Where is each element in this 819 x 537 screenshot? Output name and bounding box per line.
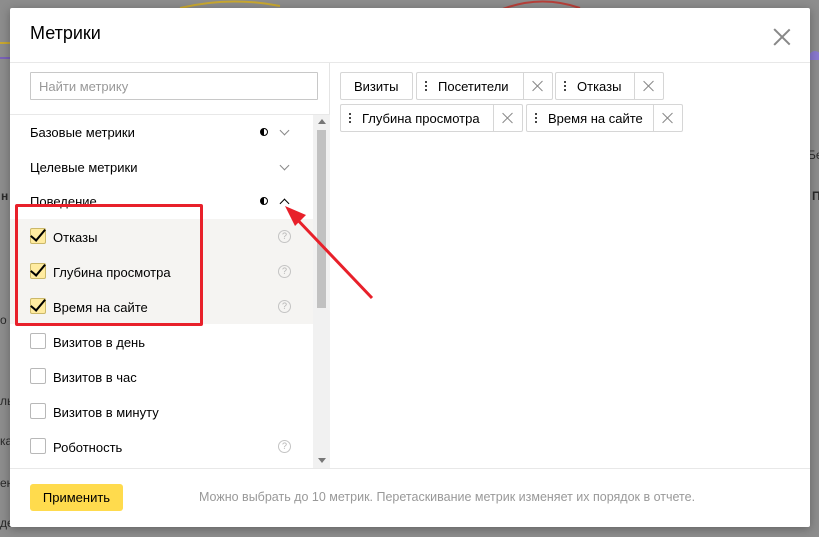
remove-icon[interactable] (634, 73, 663, 99)
remove-icon[interactable] (523, 73, 552, 99)
metric-label: Роботность (53, 440, 123, 455)
chip-label: Отказы (577, 79, 622, 94)
checkbox[interactable] (30, 403, 46, 419)
metric-item-visits-per-minute[interactable]: Визитов в минуту (10, 394, 313, 429)
checkbox[interactable] (30, 260, 46, 279)
search-input[interactable] (30, 72, 318, 100)
modal-title: Метрики (30, 23, 101, 43)
help-icon[interactable]: ? (278, 440, 291, 453)
metrics-modal: Метрики Базовые метрики Целевые метрики … (10, 8, 810, 527)
chip-label: Время на сайте (548, 111, 643, 126)
group-basic-metrics[interactable]: Базовые метрики (10, 115, 313, 150)
chevron-up-icon (279, 198, 290, 209)
chip-label: Глубина просмотра (362, 111, 480, 126)
partial-selection-icon (260, 197, 268, 205)
metric-item-bounces[interactable]: Отказы ? (10, 219, 313, 254)
group-goal-metrics[interactable]: Целевые метрики (10, 150, 313, 185)
checkmark-icon (30, 295, 46, 312)
close-icon[interactable] (773, 28, 791, 46)
chip-bounces[interactable]: Отказы (555, 72, 664, 100)
bg-fragment: н (1, 189, 9, 203)
footer-hint: Можно выбрать до 10 метрик. Перетаскиван… (199, 490, 696, 504)
remove-icon[interactable] (493, 105, 522, 131)
chip-time-on-site[interactable]: Время на сайте (526, 104, 683, 132)
apply-button[interactable]: Применить (30, 484, 123, 511)
chip-label: Визиты (354, 79, 399, 94)
chip-visitors[interactable]: Посетители (416, 72, 553, 100)
chip-label: Посетители (438, 79, 509, 94)
checkbox[interactable] (30, 438, 46, 454)
metric-label: Глубина просмотра (53, 265, 171, 280)
metric-label: Визитов в минуту (53, 405, 159, 420)
scroll-thumb[interactable] (317, 130, 326, 308)
chip-visits[interactable]: Визиты (340, 72, 413, 100)
partial-selection-icon (260, 128, 268, 136)
help-icon[interactable]: ? (278, 300, 291, 313)
drag-handle-icon[interactable] (425, 81, 428, 92)
drag-handle-icon[interactable] (564, 81, 567, 92)
divider (10, 468, 810, 469)
checkbox[interactable] (30, 368, 46, 384)
help-icon[interactable]: ? (278, 230, 291, 243)
group-label: Поведение (30, 194, 97, 209)
metric-item-time-on-site[interactable]: Время на сайте ? (10, 289, 313, 324)
drag-handle-icon[interactable] (535, 113, 538, 124)
checkmark-icon (30, 260, 46, 277)
group-label: Базовые метрики (30, 125, 135, 140)
checkbox[interactable] (30, 295, 46, 314)
drag-handle-icon[interactable] (349, 113, 352, 124)
metric-label: Визитов в час (53, 370, 137, 385)
metric-item-robotness[interactable]: Роботность ? (10, 429, 313, 464)
metrics-list-panel: Базовые метрики Целевые метрики Поведени… (10, 63, 330, 468)
chevron-down-icon (279, 160, 290, 171)
metric-label: Время на сайте (53, 300, 148, 315)
metric-label: Визитов в день (53, 335, 145, 350)
remove-icon[interactable] (653, 105, 682, 131)
chevron-down-icon (279, 125, 290, 136)
checkbox[interactable] (30, 225, 46, 244)
group-behavior[interactable]: Поведение (10, 184, 313, 219)
chip-depth[interactable]: Глубина просмотра (340, 104, 523, 132)
scrollbar[interactable] (313, 115, 330, 468)
metric-item-depth[interactable]: Глубина просмотра ? (10, 254, 313, 289)
bg-fragment: о (0, 313, 7, 327)
scroll-down-icon[interactable] (318, 458, 326, 463)
bg-fragment: П (812, 189, 819, 203)
metric-label: Отказы (53, 230, 98, 245)
metric-item-visits-per-hour[interactable]: Визитов в час (10, 359, 313, 394)
scroll-up-icon[interactable] (318, 119, 326, 124)
group-label: Целевые метрики (30, 160, 138, 175)
checkmark-icon (30, 225, 46, 242)
metric-item-visits-per-day[interactable]: Визитов в день (10, 324, 313, 359)
metrics-list: Базовые метрики Целевые метрики Поведени… (10, 115, 313, 468)
checkbox[interactable] (30, 333, 46, 349)
help-icon[interactable]: ? (278, 265, 291, 278)
